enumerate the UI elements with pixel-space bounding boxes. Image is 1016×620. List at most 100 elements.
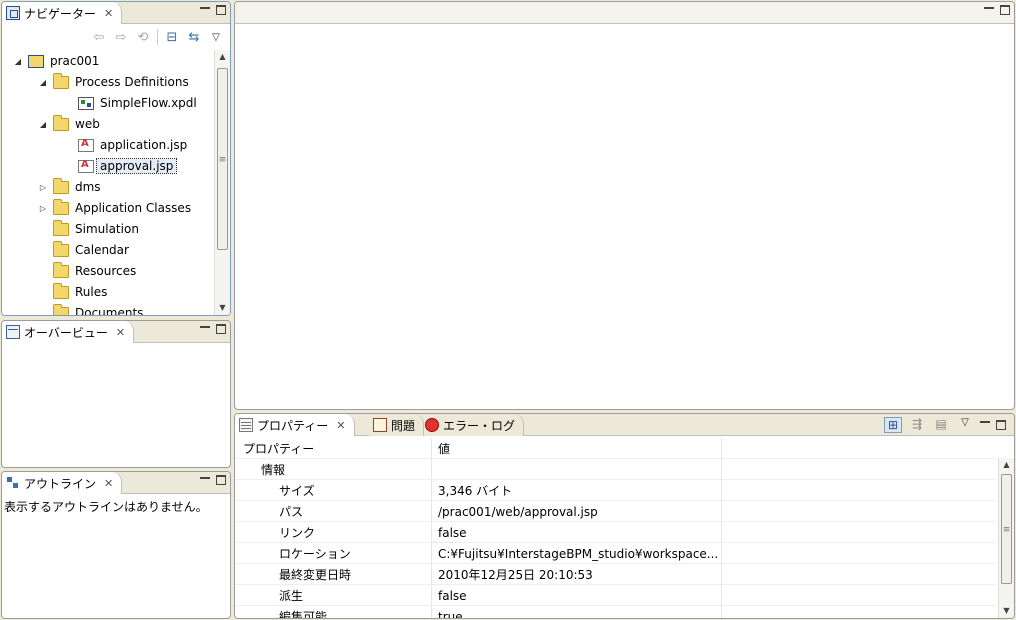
folder-icon	[53, 282, 69, 299]
property-key: 編集可能	[279, 610, 328, 619]
property-value: /prac001/web/approval.jsp	[438, 504, 598, 519]
property-row[interactable]: 編集可能 true	[235, 606, 996, 619]
tree-item[interactable]: ◢ prac001	[12, 52, 99, 70]
navigator-tab-label: ナビゲーター	[24, 6, 97, 21]
tree-item[interactable]: Simulation	[37, 219, 139, 238]
tree-item[interactable]: Documents	[37, 303, 143, 315]
tree-item[interactable]: ▷ dms	[37, 177, 101, 196]
maximize-icon[interactable]	[216, 5, 226, 15]
property-key: ロケーション	[279, 547, 351, 561]
minimize-icon[interactable]	[200, 477, 210, 487]
property-value: true	[438, 609, 463, 619]
maximize-icon[interactable]	[216, 324, 226, 334]
forward-arrow-icon[interactable]: ⇨	[113, 30, 129, 45]
property-row[interactable]: リンク false	[235, 522, 996, 543]
navigator-tree: ◢ prac001 ◢ Process Definitions SimpleFlow.x…	[2, 50, 214, 315]
expanded-twisty-icon[interactable]: ◢	[12, 57, 24, 66]
back-arrow-icon[interactable]: ⇦	[91, 30, 107, 45]
collapse-all-icon[interactable]: ⊟	[164, 30, 180, 45]
up-folder-icon[interactable]: ⟲	[135, 30, 151, 45]
tree-item[interactable]: approval.jsp	[62, 157, 178, 175]
scroll-thumb[interactable]: ≡	[1001, 474, 1012, 584]
properties-tabbar: プロパティー ✕ 問題 エラー・ログ ⊞ ⇶ ▤ ▽	[235, 414, 1014, 436]
show-categories-icon[interactable]: ⊞	[884, 417, 902, 433]
property-value: C:¥Fujitsu¥InterstageBPM_studio¥workspac…	[438, 546, 718, 561]
tree-item-label: Rules	[75, 285, 108, 299]
properties-icon	[239, 418, 253, 432]
tab-error-log[interactable]: エラー・ログ	[421, 414, 525, 436]
collapsed-twisty-icon[interactable]: ▷	[37, 204, 49, 213]
tab-problems[interactable]: 問題	[369, 414, 425, 436]
property-row[interactable]: 情報	[235, 459, 996, 480]
tab-overview[interactable]: オーバービュー ✕	[2, 321, 135, 343]
project-icon	[28, 54, 44, 68]
tree-item[interactable]: ◢ web	[37, 114, 100, 133]
toolbar-separator	[157, 29, 158, 45]
properties-toolbar: ⊞ ⇶ ▤ ▽	[884, 417, 1006, 433]
outline-view: アウトライン ✕ 表示するアウトラインはありません。	[1, 471, 231, 619]
column-header-property[interactable]: プロパティー	[243, 438, 314, 459]
scroll-up-icon[interactable]: ▲	[215, 50, 230, 64]
close-icon[interactable]: ✕	[116, 326, 125, 339]
expanded-twisty-icon[interactable]: ◢	[37, 78, 49, 87]
collapsed-twisty-icon[interactable]: ▷	[37, 183, 49, 192]
properties-scrollbar[interactable]: ▲ ≡ ▼	[998, 458, 1014, 618]
property-key: サイズ	[279, 484, 315, 498]
property-row[interactable]: パス/prac001/web/approval.jsp	[235, 501, 996, 522]
property-row[interactable]: 最終変更日時 2010年12月25日 20:10:53	[235, 564, 996, 585]
view-menu-icon[interactable]: ▽	[208, 32, 224, 43]
close-icon[interactable]: ✕	[104, 477, 113, 490]
overview-tab-label: オーバービュー	[24, 325, 108, 340]
tree-item[interactable]: ◢ Process Definitions	[37, 72, 189, 91]
tree-item[interactable]: ▷ Application Classes	[37, 198, 191, 217]
close-icon[interactable]: ✕	[336, 419, 345, 432]
view-menu-icon[interactable]: ▽	[956, 417, 974, 433]
tab-navigator[interactable]: ナビゲーター ✕	[2, 2, 123, 24]
minimize-icon[interactable]	[200, 326, 210, 336]
minimize-icon[interactable]	[984, 7, 994, 17]
navigator-view: ナビゲーター ✕ ⇦ ⇨ ⟲ ⊟ ⇆ ▽ ◢ prac001 ◢ Process De…	[1, 1, 231, 316]
property-row[interactable]: サイズ 3,346 バイト	[235, 480, 996, 501]
navigator-scrollbar[interactable]: ▲ ≡ ▼	[214, 50, 230, 315]
minimize-icon[interactable]	[980, 421, 990, 431]
maximize-icon[interactable]	[1000, 5, 1010, 15]
restore-default-icon[interactable]: ▤	[932, 417, 950, 433]
problems-icon	[373, 418, 387, 432]
tree-item[interactable]: application.jsp	[62, 136, 187, 154]
column-header-value[interactable]: 値	[438, 438, 450, 459]
minimize-icon[interactable]	[200, 7, 210, 17]
property-row[interactable]: 派生 false	[235, 585, 996, 606]
editor-area	[234, 1, 1015, 410]
folder-icon	[53, 72, 69, 89]
editor-window-buttons	[984, 5, 1010, 17]
property-value: false	[438, 525, 467, 540]
navigator-tabbar: ナビゲーター ✕	[2, 2, 230, 24]
scroll-up-icon[interactable]: ▲	[999, 458, 1014, 472]
outline-icon	[6, 476, 20, 490]
property-row[interactable]: ロケーション C:¥Fujitsu¥InterstageBPM_studio¥wo…	[235, 543, 996, 564]
tab-properties[interactable]: プロパティー ✕	[235, 414, 355, 436]
tree-item-label: web	[75, 117, 100, 131]
overview-window-buttons	[200, 324, 226, 336]
tree-item[interactable]: Rules	[37, 282, 108, 301]
overview-icon	[6, 325, 20, 339]
scroll-down-icon[interactable]: ▼	[999, 604, 1014, 618]
tab-outline[interactable]: アウトライン ✕	[2, 472, 123, 494]
tree-item[interactable]: Calendar	[37, 240, 129, 259]
tree-item[interactable]: SimpleFlow.xpdl	[62, 94, 197, 112]
expanded-twisty-icon[interactable]: ◢	[37, 120, 49, 129]
scroll-down-icon[interactable]: ▼	[215, 301, 230, 315]
properties-header-row: プロパティー 値	[235, 438, 996, 459]
tree-item[interactable]: Resources	[37, 261, 136, 280]
folder-icon	[53, 303, 69, 315]
property-key: 派生	[279, 589, 304, 603]
overview-view: オーバービュー ✕	[1, 320, 231, 468]
link-with-editor-icon[interactable]: ⇆	[186, 30, 202, 45]
tree-item-label: application.jsp	[100, 138, 188, 152]
maximize-icon[interactable]	[216, 475, 226, 485]
properties-view: プロパティー ✕ 問題 エラー・ログ ⊞ ⇶ ▤ ▽ プロパティー 値 情報 サイ…	[234, 413, 1015, 619]
close-icon[interactable]: ✕	[104, 7, 113, 20]
show-advanced-icon[interactable]: ⇶	[908, 417, 926, 433]
maximize-icon[interactable]	[996, 420, 1006, 430]
scroll-thumb[interactable]: ≡	[217, 68, 228, 250]
